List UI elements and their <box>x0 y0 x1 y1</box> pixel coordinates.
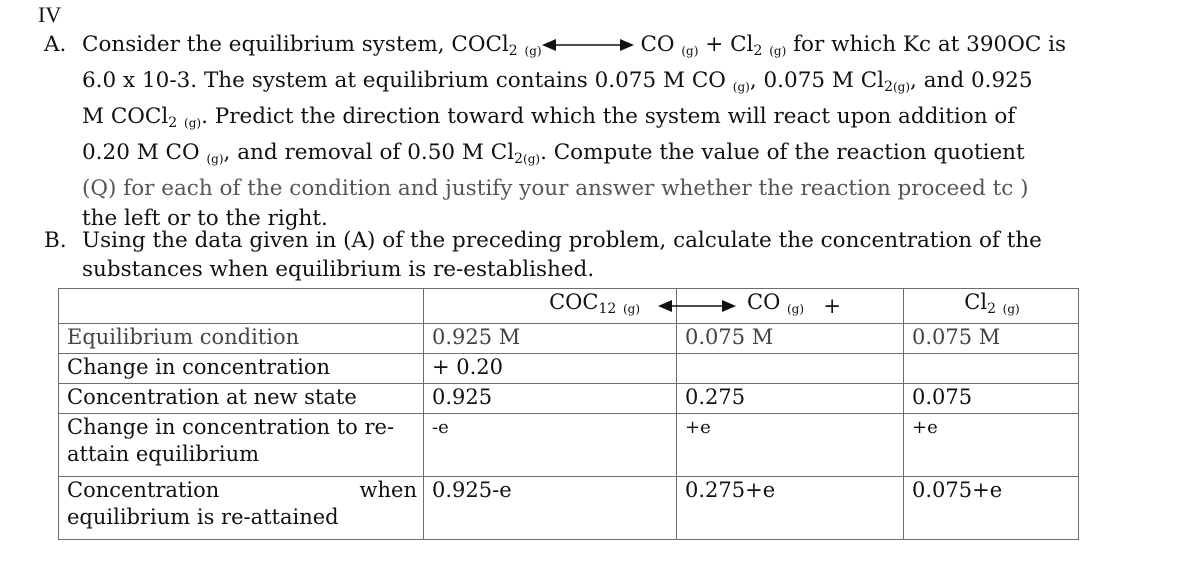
cell-co: 0.275+e <box>676 476 904 540</box>
table-row: Change in concentration + 0.20 <box>58 353 1079 384</box>
cell-co: 0.275 <box>676 383 904 414</box>
part-b-text: Using the data given in (A) of the prece… <box>82 226 1194 284</box>
problem-part-a: A. Consider the equilibrium system, COCl… <box>44 30 1194 234</box>
table-row: Concentration at new state 0.925 0.275 0… <box>58 383 1079 414</box>
part-b-label: B. <box>44 228 67 253</box>
part-a-line-1: Consider the equilibrium system, COCl2 (… <box>82 32 1067 59</box>
cell-co: 0.075 M <box>676 323 904 354</box>
part-a-line-2: 6.0 x 10-3. The system at equilibrium co… <box>82 68 1033 95</box>
table-row: Equilibrium condition 0.925 M 0.075 M 0.… <box>58 323 1079 354</box>
cell-cl: 0.075+e <box>903 476 1079 540</box>
part-b-line-2: substances when equilibrium is re-establ… <box>82 257 595 282</box>
problem-part-b: B. Using the data given in (A) of the pr… <box>44 226 1194 284</box>
part-b-line-1: Using the data given in (A) of the prece… <box>82 228 1042 253</box>
part-a-label: A. <box>44 32 67 57</box>
ice-table: COC12 (g) CO (g) + Cl2 (g) Equilibrium c… <box>58 288 1079 540</box>
row-label: Concentration when equilibrium is re-atta… <box>58 476 424 540</box>
cell-coc: 0.925 M <box>423 323 677 354</box>
cell-coc: + 0.20 <box>423 353 677 384</box>
part-a-text: Consider the equilibrium system, COCl2 (… <box>82 30 1194 234</box>
row-label: Change in concentration to re-attain equ… <box>58 413 424 477</box>
cell-coc: -e <box>423 413 677 477</box>
row-label: Equilibrium condition <box>58 323 424 354</box>
header-product2-cell: Cl2 (g) <box>903 288 1079 324</box>
table-row: Concentration when equilibrium is re-atta… <box>58 476 1079 540</box>
cell-cl: 0.075 M <box>903 323 1079 354</box>
row-label: Change in concentration <box>58 353 424 384</box>
part-a-line-4: 0.20 M CO (g), and removal of 0.50 M Cl2… <box>82 140 1025 167</box>
equilibrium-arrow-icon <box>541 39 634 51</box>
header-reactant-cell: COC12 (g) <box>423 288 736 324</box>
cell-coc: 0.925-e <box>423 476 677 540</box>
part-a-line-5: (Q) for each of the condition and justif… <box>82 176 1029 201</box>
ice-table-header-row: COC12 (g) CO (g) + Cl2 (g) <box>58 288 1079 324</box>
section-number: IV <box>38 2 62 27</box>
table-row: Change in concentration to re-attain equ… <box>58 413 1079 477</box>
cell-cl: 0.075 <box>903 383 1079 414</box>
part-a-line-3: M COCl2 (g). Predict the direction towar… <box>82 104 1016 131</box>
cell-co: +e <box>676 413 904 477</box>
cell-cl: +e <box>903 413 1079 477</box>
cell-co <box>676 353 904 384</box>
equilibrium-arrow-icon <box>658 300 736 312</box>
cell-cl <box>903 353 1079 384</box>
row-label: Concentration at new state <box>58 383 424 414</box>
header-empty-cell <box>58 288 424 324</box>
cell-coc: 0.925 <box>423 383 677 414</box>
plus-sign: + <box>823 293 841 318</box>
